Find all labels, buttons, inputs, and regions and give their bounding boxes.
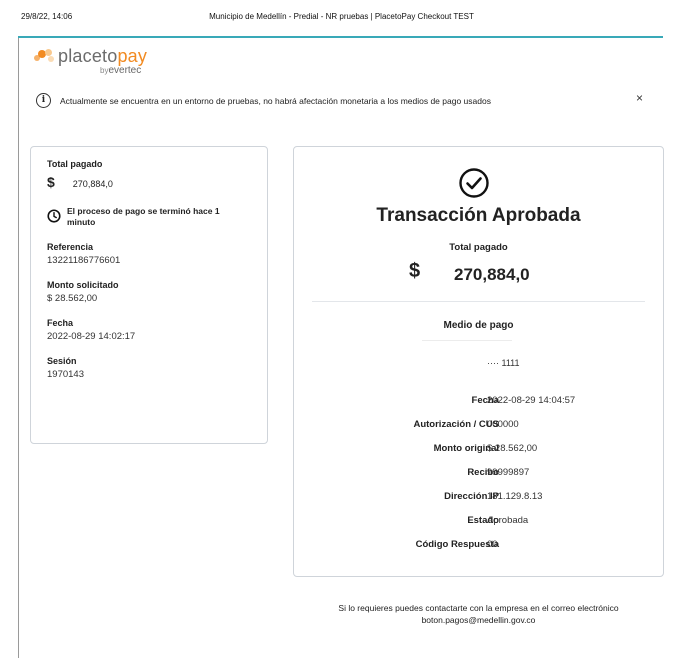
summary-total-label: Total pagado xyxy=(47,159,103,169)
receipt-total-amount: 270,884,0 xyxy=(454,265,530,284)
info-icon: i xyxy=(36,93,51,108)
requested-amount-value: $ 28.562,00 xyxy=(47,293,98,304)
reference-label: Referencia xyxy=(47,242,94,252)
clock-icon xyxy=(47,209,61,223)
detail-value: 181.129.8.13 xyxy=(487,491,543,502)
logo-byline: byevertec xyxy=(100,65,142,76)
receipt-divider xyxy=(312,301,645,302)
print-page-title: Municipio de Medellín - Predial - NR pru… xyxy=(209,12,474,21)
requested-amount-label: Monto solicitado xyxy=(47,280,119,290)
payment-method-label: Medio de pago xyxy=(443,320,514,331)
logo-mark-icon xyxy=(34,48,56,65)
session-block: Sesión 1970143 xyxy=(47,356,251,380)
card-number: ···· 1111 xyxy=(487,358,520,368)
detail-value: 000000 xyxy=(487,419,519,430)
payment-method-divider xyxy=(422,340,512,341)
transaction-receipt-card: Transacción Aprobada Total pagado $ 270,… xyxy=(293,146,664,577)
check-circle-icon xyxy=(459,168,489,198)
detail-value: 99999897 xyxy=(487,467,530,478)
date-label: Fecha xyxy=(47,318,74,328)
date-block: Fecha 2022-08-29 14:02:17 xyxy=(47,318,251,342)
notice-text: Actualmente se encuentra en un entorno d… xyxy=(60,95,491,106)
close-notice-button[interactable]: × xyxy=(636,91,643,105)
contact-email[interactable]: boton.pagos@medellin.gov.co xyxy=(293,614,664,626)
summary-total-amount: 270,884,0 xyxy=(72,179,113,189)
payment-summary-card: Total pagado $ 270,884,0 El proceso de p… xyxy=(30,146,268,444)
transaction-status-title: Transacción Aprobada xyxy=(376,205,581,226)
receipt-total-label: Total pagado xyxy=(449,242,508,253)
summary-total: $ 270,884,0 xyxy=(47,174,251,190)
page-frame-border xyxy=(18,38,19,658)
header-accent-rule xyxy=(18,36,663,38)
detail-value: 00 xyxy=(487,539,498,550)
test-environment-notice: i Actualmente se encuentra en un entorno… xyxy=(36,93,491,108)
receipt-currency: $ xyxy=(409,260,421,282)
reference-block: Referencia 13221186776601 xyxy=(47,242,251,266)
reference-value: 13221186776601 xyxy=(47,255,121,266)
session-label: Sesión xyxy=(47,356,77,366)
placetopay-logo: placetopay byevertec xyxy=(34,46,147,76)
detail-value: 2022-08-29 14:04:57 xyxy=(487,395,576,406)
date-value: 2022-08-29 14:02:17 xyxy=(47,331,136,342)
detail-value: Aprobada xyxy=(487,515,529,526)
process-status: El proceso de pago se terminó hace 1 min… xyxy=(47,206,251,228)
process-status-text: El proceso de pago se terminó hace 1 min… xyxy=(67,206,220,227)
summary-currency: $ xyxy=(47,174,55,190)
contact-text: Si lo requieres puedes contactarte con l… xyxy=(338,603,619,613)
logo-wordmark: placetopay xyxy=(58,46,148,66)
contact-footer: Si lo requieres puedes contactarte con l… xyxy=(293,602,664,626)
session-value: 1970143 xyxy=(47,369,84,380)
requested-amount-block: Monto solicitado $ 28.562,00 xyxy=(47,280,251,304)
detail-value: $ 28.562,00 xyxy=(487,443,538,454)
